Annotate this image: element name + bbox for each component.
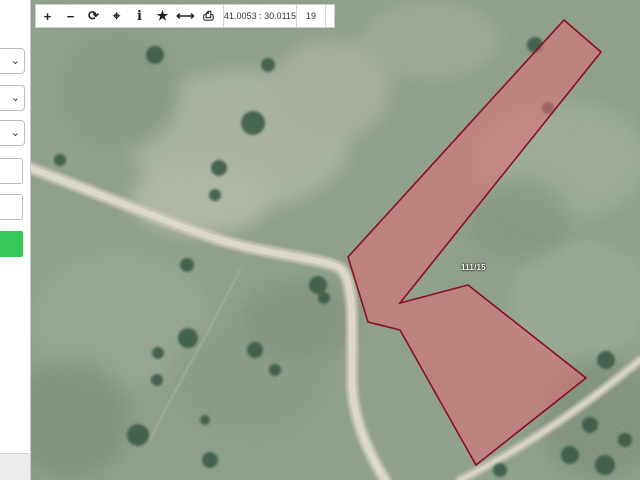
print-button[interactable]: ⎙ <box>197 5 220 27</box>
favorite-button[interactable]: ★ <box>151 5 174 27</box>
left-panel: ⌄ ⌄ ⌄ <box>0 0 31 480</box>
satellite-map[interactable] <box>0 0 640 480</box>
measure-icon: ⟷ <box>176 8 195 23</box>
chevron-down-icon: ⌄ <box>10 92 20 104</box>
refresh-icon: ⟳ <box>88 8 99 23</box>
crosshair-icon: ⌖ <box>112 8 121 23</box>
province-select[interactable]: ⌄ <box>0 48 25 74</box>
panel-footer <box>0 453 30 480</box>
district-select[interactable]: ⌄ <box>0 85 25 111</box>
parcel-input[interactable] <box>0 194 23 220</box>
locate-button[interactable]: ⌖ <box>105 5 128 27</box>
plus-icon: + <box>43 8 52 24</box>
chevron-down-icon: ⌄ <box>10 55 20 67</box>
minus-icon: − <box>66 8 75 24</box>
star-icon: ★ <box>156 8 169 23</box>
zoom-in-button[interactable]: + <box>36 5 59 27</box>
zoom-out-button[interactable]: − <box>59 5 82 27</box>
map-application: 111/15 ⌄ ⌄ ⌄ + − ⟳ ⌖ i ★ ⟷ ⎙ 41.0053: 3… <box>0 0 640 480</box>
print-icon: ⎙ <box>203 8 214 23</box>
map-toolbar: + − ⟳ ⌖ i ★ ⟷ ⎙ 41.0053 : 30.0115 19 <box>35 4 335 28</box>
parcel-label[interactable]: 111/15 <box>461 263 486 272</box>
info-button[interactable]: i <box>128 5 151 27</box>
coordinate-readout: 41.0053 : 30.0115 <box>223 5 297 27</box>
block-input[interactable] <box>0 158 23 184</box>
map-canvas[interactable] <box>0 0 640 480</box>
chevron-down-icon: ⌄ <box>10 127 20 139</box>
refresh-button[interactable]: ⟳ <box>82 5 105 27</box>
info-icon: i <box>137 8 142 24</box>
zoom-level-readout: 19 <box>297 5 326 27</box>
neighborhood-select[interactable]: ⌄ <box>0 120 25 146</box>
search-button[interactable] <box>0 231 23 257</box>
measure-button[interactable]: ⟷ <box>174 5 197 27</box>
